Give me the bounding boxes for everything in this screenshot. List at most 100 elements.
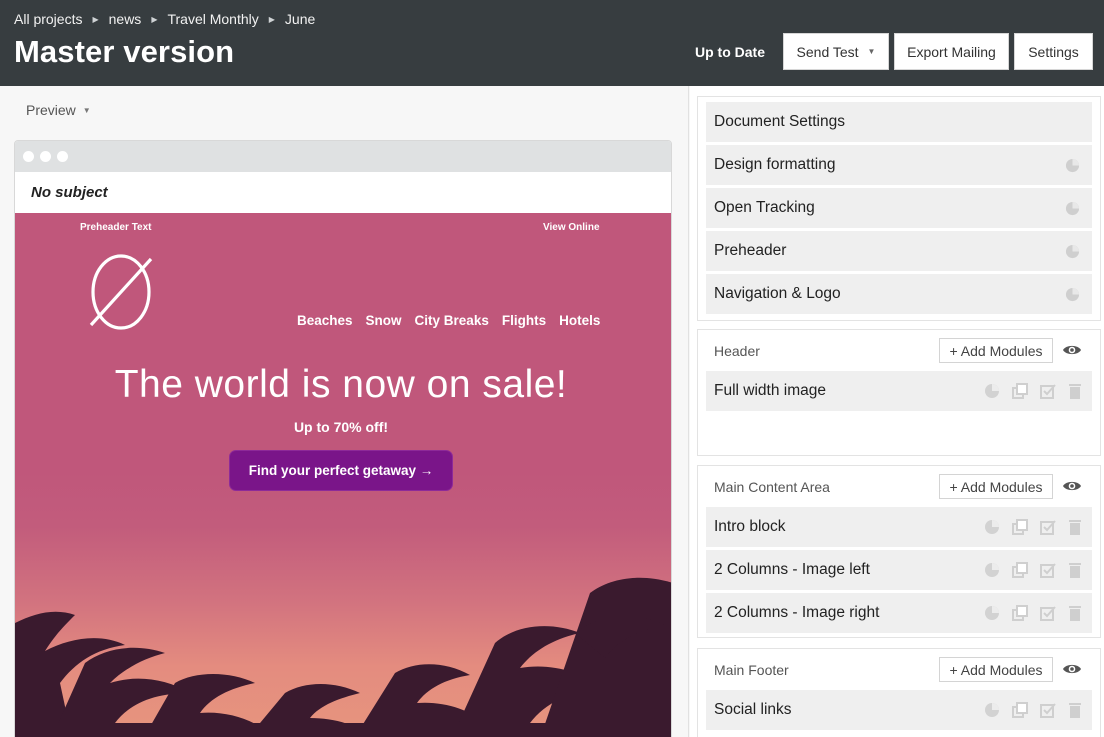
- duplicate-icon[interactable]: [1012, 562, 1028, 578]
- pie-icon[interactable]: [984, 383, 1000, 399]
- email-nav: Beaches Snow City Breaks Flights Hotels: [297, 313, 600, 328]
- add-modules-button[interactable]: + Add Modules: [939, 474, 1053, 499]
- module-label: 2 Columns - Image left: [714, 561, 870, 578]
- row-document-settings[interactable]: Document Settings: [706, 102, 1092, 142]
- pie-icon[interactable]: [984, 519, 1000, 535]
- email-headline: The world is now on sale!: [114, 363, 568, 406]
- eye-icon[interactable]: [1062, 479, 1082, 493]
- section-main-content: Main Content Area + Add Modules Intro bl…: [697, 465, 1101, 638]
- breadcrumb: All projects ▶ news ▶ Travel Monthly ▶ J…: [14, 11, 315, 27]
- email-subject: No subject: [15, 172, 671, 213]
- email-body: Preheader Text View Online Beaches Snow …: [15, 213, 671, 737]
- trash-icon[interactable]: [1068, 605, 1082, 621]
- preview-dropdown-label: Preview: [26, 102, 76, 118]
- trash-icon[interactable]: [1068, 383, 1082, 399]
- check-icon[interactable]: [1040, 562, 1056, 578]
- pie-icon[interactable]: [984, 702, 1000, 718]
- eye-icon[interactable]: [1062, 343, 1082, 357]
- preview-pane: Preview ▼ No subject Preheader Text View…: [0, 86, 689, 737]
- row-navigation-logo[interactable]: Navigation & Logo: [706, 274, 1092, 314]
- add-modules-button[interactable]: + Add Modules: [939, 657, 1053, 682]
- module-row[interactable]: Intro block: [706, 507, 1092, 547]
- preheader-text: Preheader Text: [80, 222, 152, 233]
- trash-icon[interactable]: [1068, 562, 1082, 578]
- section-title: Header: [714, 343, 760, 359]
- window-title-bar: [15, 141, 671, 172]
- check-icon[interactable]: [1040, 605, 1056, 621]
- settings-panel: Document Settings Design formatting Open…: [690, 86, 1104, 737]
- breadcrumb-news[interactable]: news: [109, 11, 142, 27]
- chevron-right-icon: ▶: [268, 14, 275, 24]
- send-test-label: Send Test: [796, 43, 859, 60]
- duplicate-icon[interactable]: [1012, 383, 1028, 399]
- row-label: Preheader: [714, 242, 787, 259]
- check-icon[interactable]: [1040, 519, 1056, 535]
- row-label: Document Settings: [714, 113, 845, 130]
- check-icon[interactable]: [1040, 383, 1056, 399]
- check-icon[interactable]: [1040, 702, 1056, 718]
- row-open-tracking[interactable]: Open Tracking: [706, 188, 1092, 228]
- nav-city-breaks[interactable]: City Breaks: [415, 313, 489, 328]
- row-design-formatting[interactable]: Design formatting: [706, 145, 1092, 185]
- add-modules-button[interactable]: + Add Modules: [939, 338, 1053, 363]
- eye-icon[interactable]: [1062, 662, 1082, 676]
- pie-icon[interactable]: [984, 605, 1000, 621]
- duplicate-icon[interactable]: [1012, 519, 1028, 535]
- window-dot-icon: [40, 151, 51, 162]
- settings-button[interactable]: Settings: [1014, 33, 1093, 70]
- section-main-footer: Main Footer + Add Modules Social links: [697, 648, 1101, 737]
- pie-icon[interactable]: [1065, 287, 1080, 302]
- nav-snow[interactable]: Snow: [366, 313, 402, 328]
- section-header: Header + Add Modules Full width image: [697, 329, 1101, 456]
- breadcrumb-june[interactable]: June: [285, 11, 315, 27]
- caret-down-icon: ▼: [82, 105, 91, 115]
- document-settings-card: Document Settings Design formatting Open…: [697, 96, 1101, 321]
- pie-icon[interactable]: [1065, 201, 1080, 216]
- module-row[interactable]: Social links: [706, 690, 1092, 730]
- trash-icon[interactable]: [1068, 702, 1082, 718]
- breadcrumb-all-projects[interactable]: All projects: [14, 11, 82, 27]
- nav-hotels[interactable]: Hotels: [559, 313, 600, 328]
- brand-logo-icon: [89, 254, 153, 330]
- export-mailing-button[interactable]: Export Mailing: [894, 33, 1009, 70]
- view-online-link[interactable]: View Online: [543, 222, 600, 233]
- pie-icon[interactable]: [1065, 158, 1080, 173]
- row-preheader[interactable]: Preheader: [706, 231, 1092, 271]
- trash-icon[interactable]: [1068, 519, 1082, 535]
- preview-dropdown[interactable]: Preview ▼: [26, 102, 91, 118]
- breadcrumb-travel-monthly[interactable]: Travel Monthly: [167, 11, 258, 27]
- row-label: Navigation & Logo: [714, 285, 841, 302]
- duplicate-icon[interactable]: [1012, 605, 1028, 621]
- section-title: Main Footer: [714, 662, 789, 678]
- module-tools: [984, 702, 1082, 718]
- duplicate-icon[interactable]: [1012, 702, 1028, 718]
- row-label: Design formatting: [714, 156, 836, 173]
- palm-trees-image: [15, 577, 671, 737]
- chevron-right-icon: ▶: [151, 14, 158, 24]
- module-tools: [984, 605, 1082, 621]
- email-subheadline: Up to 70% off!: [293, 419, 389, 435]
- caret-down-icon: ▼: [867, 47, 876, 56]
- cta-button[interactable]: Find your perfect getaway →: [229, 450, 453, 491]
- chevron-right-icon: ▶: [92, 14, 99, 24]
- module-row[interactable]: 2 Columns - Image left: [706, 550, 1092, 590]
- pie-icon[interactable]: [1065, 244, 1080, 259]
- module-tools: [984, 383, 1082, 399]
- email-preview-window: No subject Preheader Text View Online Be…: [14, 140, 672, 737]
- nav-flights[interactable]: Flights: [502, 313, 546, 328]
- module-label: Intro block: [714, 518, 786, 535]
- module-tools: [984, 519, 1082, 535]
- window-dot-icon: [23, 151, 34, 162]
- module-row[interactable]: Full width image: [706, 371, 1092, 411]
- module-label: Full width image: [714, 382, 826, 399]
- pie-icon[interactable]: [984, 562, 1000, 578]
- top-bar: All projects ▶ news ▶ Travel Monthly ▶ J…: [0, 0, 1104, 86]
- send-test-button[interactable]: Send Test ▼: [783, 33, 889, 70]
- status-label: Up to Date: [695, 44, 765, 60]
- module-row[interactable]: 2 Columns - Image right: [706, 593, 1092, 633]
- window-dot-icon: [57, 151, 68, 162]
- module-label: 2 Columns - Image right: [714, 604, 880, 621]
- page-title: Master version: [14, 34, 235, 69]
- module-tools: [984, 562, 1082, 578]
- nav-beaches[interactable]: Beaches: [297, 313, 353, 328]
